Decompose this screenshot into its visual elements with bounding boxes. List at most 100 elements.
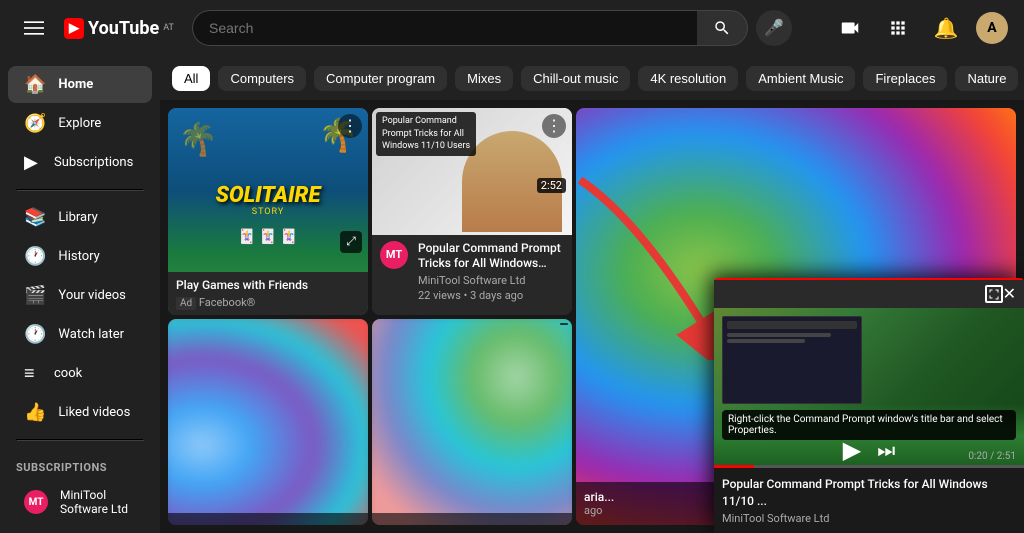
avatar[interactable]: A: [976, 12, 1008, 44]
mic-button[interactable]: 🎤: [756, 10, 792, 46]
cmd-channel: MiniTool Software Ltd: [418, 274, 564, 287]
chip-nature[interactable]: Nature: [955, 66, 1018, 91]
solitaire-info: Play Games with Friends Ad Facebook®: [168, 272, 368, 315]
sidebar-item-minitool[interactable]: MT MiniTool Software Ltd: [8, 480, 152, 524]
sidebar-item-smarter[interactable]: S SmarterEveryDay: [8, 526, 152, 533]
cmd-channel-avatar: MT: [380, 241, 408, 269]
mini-player-video: Right-click the Command Prompt window's …: [714, 308, 1024, 468]
solitaire-title: Play Games with Friends: [176, 278, 360, 294]
cmd-text: Popular Command Prompt Tricks for All Wi…: [418, 241, 564, 302]
video-grid: 🌴 🌴 SOLITAIRE STORY 🃏 🃏 🃏 ⤢ Play Games w…: [160, 100, 1024, 533]
watch-later-icon: 🕐: [24, 324, 46, 345]
sidebar-label-library: Library: [58, 210, 97, 225]
mini-next-button[interactable]: ⏭: [877, 438, 895, 462]
content-area: All Computers Computer program Mixes Chi…: [160, 56, 1024, 533]
abstract2-info: [372, 513, 572, 525]
home-icon: 🏠: [24, 74, 46, 95]
mini-progress-bar[interactable]: [714, 465, 1024, 468]
solitaire-meta: Ad Facebook®: [176, 296, 360, 309]
mini-play-button[interactable]: ▶: [843, 436, 861, 464]
sidebar-item-library[interactable]: 📚 Library: [8, 199, 152, 236]
notifications-button[interactable]: 🔔: [928, 10, 964, 46]
search-input[interactable]: [192, 10, 697, 46]
create-button[interactable]: [832, 10, 868, 46]
abstract2-bg: [372, 319, 572, 526]
sidebar-label-subscriptions: Subscriptions: [54, 155, 133, 170]
sidebar-label-home: Home: [58, 77, 93, 92]
cmd-duration: 2:52: [537, 178, 566, 193]
abstract1-bg: [168, 319, 368, 526]
sidebar-item-liked[interactable]: 👍 Liked videos: [8, 394, 152, 431]
sidebar-item-subscriptions[interactable]: ▶ Subscriptions: [8, 144, 152, 181]
subscriptions-section-title: SUBSCRIPTIONS: [0, 449, 160, 478]
solitaire-source: Facebook®: [199, 296, 255, 309]
header: ▶ YouTube AT 🎤 🔔 A: [0, 0, 1024, 56]
chip-computer-program[interactable]: Computer program: [314, 66, 447, 91]
search-bar: 🎤: [192, 10, 792, 46]
video-card-abstract1[interactable]: [168, 319, 368, 526]
expand-button[interactable]: ⤢: [340, 231, 362, 253]
explore-icon: 🧭: [24, 113, 46, 134]
video-card-abstract2[interactable]: [372, 319, 572, 526]
cmd-stats: 22 views • 3 days ago: [418, 289, 564, 302]
cmd-more-button[interactable]: ⋮: [542, 114, 566, 138]
sidebar-item-cook[interactable]: ≡ cook: [8, 355, 152, 392]
video-card-cmd[interactable]: Popular CommandPrompt Tricks for AllWind…: [372, 108, 572, 315]
hamburger-button[interactable]: [16, 10, 52, 46]
sidebar-item-your-videos[interactable]: 🎬 Your videos: [8, 277, 152, 314]
solitaire-more-button[interactable]: ⋮: [338, 114, 362, 138]
mini-progress-fill: [714, 465, 754, 468]
sidebar-label-watch-later: Watch later: [58, 327, 124, 342]
mini-player-info: Popular Command Prompt Tricks for All Wi…: [714, 468, 1024, 533]
chip-4k[interactable]: 4K resolution: [638, 66, 738, 91]
sidebar-label-liked: Liked videos: [58, 405, 130, 420]
minitool-avatar: MT: [24, 490, 48, 514]
your-videos-icon: 🎬: [24, 285, 46, 306]
abstract2-duration: [560, 323, 568, 325]
sidebar-label-cook: cook: [54, 366, 82, 381]
abstract1-info: [168, 513, 368, 525]
history-icon: 🕐: [24, 246, 46, 267]
yt-play-icon: ▶: [64, 18, 84, 39]
mini-player-title: Popular Command Prompt Tricks for All Wi…: [722, 476, 1016, 510]
chip-ambient[interactable]: Ambient Music: [746, 66, 855, 91]
sidebar-label-explore: Explore: [58, 116, 101, 131]
mini-player: ✕ Right-click the Command P: [714, 278, 1024, 533]
chip-mixes[interactable]: Mixes: [455, 66, 513, 91]
mini-player-close-button[interactable]: ✕: [1003, 284, 1016, 304]
chip-chillout[interactable]: Chill-out music: [521, 66, 630, 91]
filter-bar: All Computers Computer program Mixes Chi…: [160, 56, 1024, 100]
sidebar: 🏠 Home 🧭 Explore ▶ Subscriptions 📚 Libra…: [0, 56, 160, 533]
cook-icon: ≡: [24, 363, 42, 384]
sidebar-item-watch-later[interactable]: 🕐 Watch later: [8, 316, 152, 353]
search-button[interactable]: [697, 10, 748, 46]
sidebar-label-history: History: [58, 249, 99, 264]
sidebar-item-explore[interactable]: 🧭 Explore: [8, 105, 152, 142]
header-left: ▶ YouTube AT: [16, 10, 176, 46]
mini-player-expand-button[interactable]: [985, 285, 1003, 303]
ad-label: Ad: [176, 297, 196, 310]
solitaire-logo: SOLITAIRE: [216, 185, 321, 207]
solitaire-sub: STORY: [216, 207, 321, 217]
cmd-text-overlay: Popular CommandPrompt Tricks for AllWind…: [376, 112, 476, 156]
chip-fireplaces[interactable]: Fireplaces: [863, 66, 947, 91]
minitool-label: MiniTool Software Ltd: [60, 488, 136, 516]
chip-all[interactable]: All: [172, 66, 210, 91]
video-card-solitaire[interactable]: 🌴 🌴 SOLITAIRE STORY 🃏 🃏 🃏 ⤢ Play Games w…: [168, 108, 368, 315]
mini-player-header: ✕: [714, 280, 1024, 308]
subscriptions-icon: ▶: [24, 152, 42, 173]
sidebar-item-history[interactable]: 🕐 History: [8, 238, 152, 275]
sidebar-item-home[interactable]: 🏠 Home: [8, 66, 152, 103]
library-icon: 📚: [24, 207, 46, 228]
sidebar-label-your-videos: Your videos: [58, 288, 125, 303]
mini-time: 0:20 / 2:51: [968, 451, 1016, 462]
mini-player-channel: MiniTool Software Ltd: [722, 512, 1016, 525]
youtube-region: AT: [163, 23, 174, 33]
cmd-title: Popular Command Prompt Tricks for All Wi…: [418, 241, 564, 272]
youtube-wordmark: YouTube: [88, 18, 159, 39]
header-right: 🔔 A: [832, 10, 1008, 46]
apps-button[interactable]: [880, 10, 916, 46]
cmd-info: MT Popular Command Prompt Tricks for All…: [372, 235, 572, 315]
youtube-logo[interactable]: ▶ YouTube AT: [64, 18, 174, 39]
chip-computers[interactable]: Computers: [218, 66, 306, 91]
